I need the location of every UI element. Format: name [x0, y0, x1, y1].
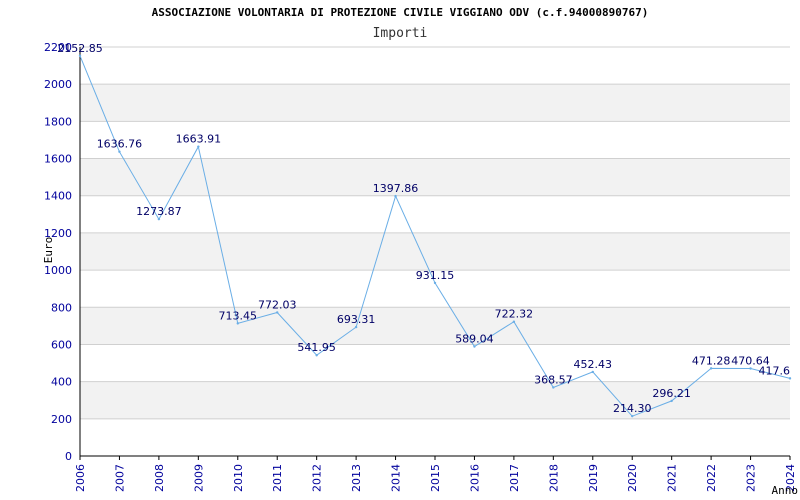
x-tick-label: 2006 [74, 464, 87, 492]
data-point [670, 399, 673, 403]
data-label: 713.45 [219, 309, 258, 322]
background-band [80, 84, 790, 122]
data-label: 1397.86 [373, 182, 419, 195]
x-tick-label: 2016 [468, 464, 481, 492]
x-tick-label: 2019 [587, 464, 600, 492]
x-tick-label: 2017 [508, 464, 521, 492]
data-label: 471.28 [692, 354, 731, 367]
data-label: 722.32 [495, 308, 534, 321]
data-label: 541.95 [297, 341, 336, 354]
data-point [394, 194, 397, 198]
x-tick-label: 2013 [350, 464, 363, 492]
data-label: 2152.85 [57, 42, 103, 55]
data-point [236, 322, 239, 325]
background-band [80, 232, 790, 271]
data-label: 589.04 [455, 332, 494, 345]
y-tick-label: 200 [51, 413, 72, 426]
y-axis-label: Euro [42, 237, 55, 264]
data-point [118, 150, 121, 153]
data-point [473, 345, 476, 348]
x-tick-label: 2012 [311, 464, 324, 492]
x-tick-labels: 2006 2007 2008 2009 2010 2011 2012 2013 2014 2015… [74, 464, 797, 492]
data-label: 368.57 [534, 373, 573, 386]
background-band [80, 307, 790, 345]
y-tick-label: 400 [51, 376, 72, 389]
x-tick-label: 2009 [192, 464, 205, 492]
data-point [354, 325, 358, 329]
y-tick-label: 600 [51, 338, 72, 351]
data-label: 452.43 [574, 358, 613, 371]
x-tick-label: 2023 [745, 464, 758, 492]
data-point [788, 377, 792, 380]
data-point [749, 367, 752, 370]
x-tick-label: 2007 [113, 464, 126, 492]
x-tick-label: 2011 [271, 464, 284, 492]
line-chart: ASSOCIAZIONE VOLONTARIA DI PROTEZIONE CI… [42, 6, 799, 497]
x-tick-label: 2008 [153, 464, 166, 492]
data-point [433, 281, 437, 285]
data-point [591, 370, 594, 374]
data-point [78, 54, 82, 57]
y-tick-label: 800 [51, 301, 72, 314]
chart-subtitle: Importi [373, 26, 428, 41]
y-tick-label: 1000 [44, 264, 72, 277]
data-point [709, 367, 713, 370]
x-axis-label: Anno [772, 484, 799, 497]
data-point [197, 145, 200, 148]
x-tick-label: 2022 [705, 464, 718, 492]
data-label: 214.30 [613, 402, 652, 415]
chart-title: ASSOCIAZIONE VOLONTARIA DI PROTEZIONE CI… [152, 6, 649, 19]
data-label: 772.03 [258, 298, 297, 311]
data-label: 931.15 [416, 269, 455, 282]
x-tick-label: 2014 [390, 464, 403, 492]
data-point [276, 311, 279, 314]
data-label: 296.21 [652, 387, 691, 400]
y-tick-label: 1600 [44, 153, 72, 166]
x-tick-label: 2010 [232, 464, 245, 492]
data-label: 1636.76 [97, 138, 143, 151]
x-tick-label: 2020 [626, 464, 639, 492]
x-tick-label: 2021 [666, 464, 679, 492]
data-point [157, 217, 161, 221]
data-label: 1273.87 [136, 205, 182, 218]
y-tick-label: 1800 [44, 115, 72, 128]
data-point [552, 386, 555, 389]
data-label: 693.31 [337, 313, 376, 326]
x-tick-label: 2015 [429, 464, 442, 492]
data-point [512, 320, 516, 323]
data-label: 1663.91 [176, 133, 222, 146]
y-tick-label: 2000 [44, 78, 72, 91]
data-point [315, 354, 318, 357]
data-point [631, 414, 634, 418]
data-label: 417.6 [759, 364, 791, 377]
background-band [80, 158, 790, 196]
x-tick-label: 2018 [547, 464, 560, 492]
y-tick-label: 1400 [44, 190, 72, 203]
y-tick-label: 0 [65, 450, 72, 463]
